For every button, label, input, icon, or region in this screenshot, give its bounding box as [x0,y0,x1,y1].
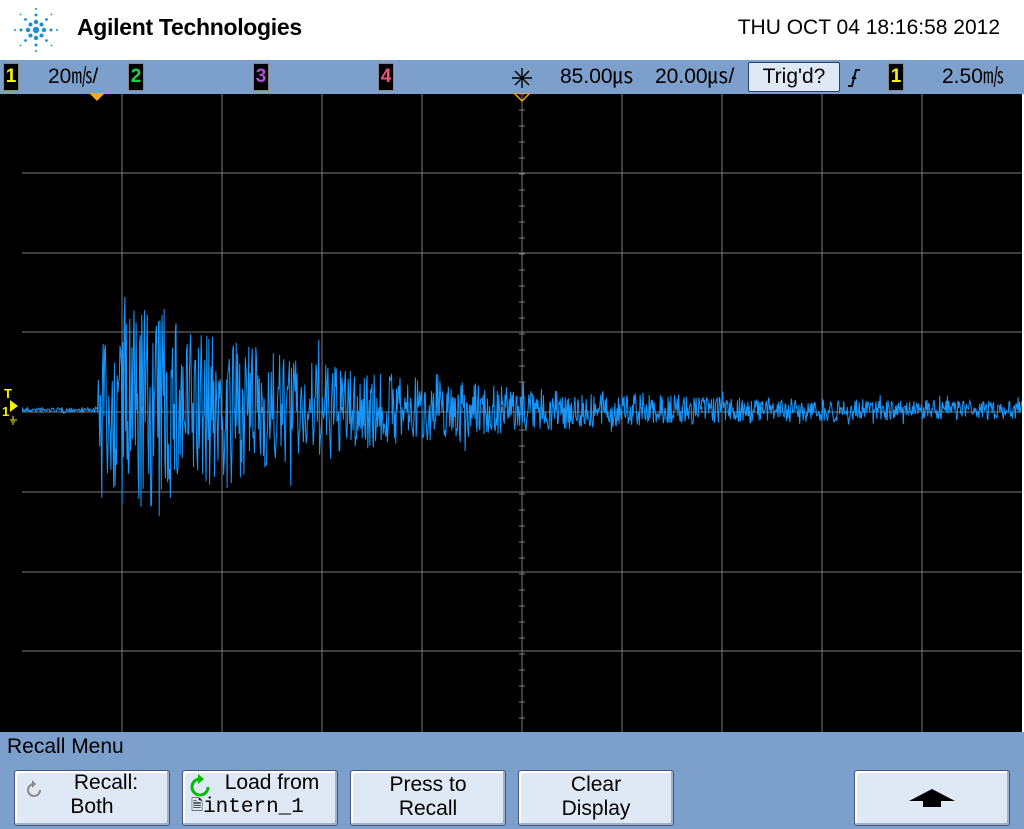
load-from-softkey[interactable]: Load from 🗎intern_1 [182,770,338,826]
trigger-position-marker [89,93,105,101]
menu-title: Recall Menu [7,735,124,758]
softkey-menu-bar: Recall Menu Recall: Both Load from 🗎inte… [0,732,1024,829]
delay-marker-icon [512,68,532,88]
brand-name: Agilent Technologies [77,14,302,40]
clear-display-line1: Clear [570,773,622,796]
trigger-status: Trig'd? [748,62,840,92]
back-up-softkey[interactable] [854,770,1010,826]
delay-reference-marker [514,93,530,102]
left-marker-gutter: T 1 [0,94,22,732]
date-time: THU OCT 04 18:16:58 2012 [737,16,1000,39]
clear-display-line2: Display [561,797,631,820]
recall-both-softkey[interactable]: Recall: Both [14,770,170,826]
horizontal-delay[interactable]: 85.00㎲ [560,64,634,90]
ground-arrow-icon [10,400,18,425]
channel-4-badge[interactable]: 4 [378,63,394,91]
trigger-source-badge[interactable]: 1 [888,63,904,91]
channel-3-badge[interactable]: 3 [253,63,269,91]
channel-1-ground-marker[interactable]: 1 [2,404,9,419]
status-bar: 1 20㎧/ 2 3 4 85.00㎲ 20.00㎲/ Trig'd? 1 2.… [0,60,1024,94]
press-to-recall-line1: Press to [389,773,467,796]
clear-display-softkey[interactable]: Clear Display [518,770,674,826]
rising-edge-icon [848,69,860,87]
press-to-recall-line2: Recall [398,797,458,820]
up-arrow-icon [909,789,955,807]
refresh-green-icon [190,774,210,797]
graticule-and-trace [22,94,1022,732]
agilent-spark-logo-icon [14,8,58,52]
waveform-display[interactable] [22,94,1022,732]
header-bar: Agilent Technologies THU OCT 04 18:16:58… [0,0,1024,60]
recall-cycle-icon [27,780,41,797]
channel-1-badge[interactable]: 1 [3,63,19,91]
trigger-level[interactable]: 2.50㎧ [942,64,1004,90]
time-per-div[interactable]: 20.00㎲/ [655,64,734,90]
load-location: intern_1 [203,796,304,819]
channel-2-badge[interactable]: 2 [128,63,144,91]
press-to-recall-softkey[interactable]: Press to Recall [350,770,506,826]
file-icon: 🗎 [191,798,204,815]
channel-1-scale[interactable]: 20㎧/ [48,64,98,90]
